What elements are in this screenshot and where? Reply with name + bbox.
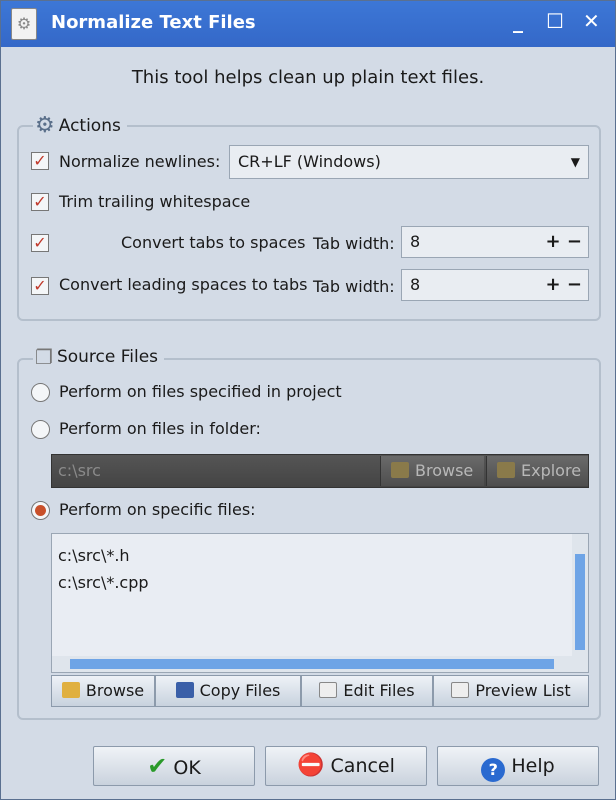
source-files-legend: ❐ Source Files bbox=[33, 345, 165, 369]
spaces-to-tabs-checkbox[interactable]: ✓ bbox=[31, 277, 49, 295]
decrement-button[interactable]: − bbox=[567, 274, 582, 295]
copy-files-button[interactable]: Copy Files bbox=[155, 675, 301, 707]
cancel-button[interactable]: ⛔ Cancel bbox=[265, 746, 427, 786]
window-title: Normalize Text Files bbox=[51, 12, 256, 33]
dialog-window: ⚙ Normalize Text Files _ ☐ ✕ This tool h… bbox=[0, 0, 616, 800]
cancel-icon: ⛔ bbox=[297, 753, 325, 778]
gear-wrench-icon: ⚙ bbox=[35, 113, 55, 138]
tab-width-label: Tab width: bbox=[313, 234, 395, 253]
edit-files-label: Edit Files bbox=[343, 681, 415, 700]
close-button[interactable]: ✕ bbox=[583, 9, 600, 33]
edit-files-button[interactable]: Edit Files bbox=[301, 675, 433, 707]
folder-files-radio[interactable] bbox=[31, 420, 50, 439]
specific-files-label: Perform on specific files: bbox=[59, 500, 256, 519]
gears-app-icon: ⚙ bbox=[11, 8, 37, 40]
folder-browse-label: Browse bbox=[415, 461, 474, 480]
leading-tab-width-stepper[interactable]: 8 + − bbox=[401, 269, 589, 301]
decrement-button[interactable]: − bbox=[567, 231, 582, 252]
preview-documents-icon bbox=[451, 682, 470, 698]
vertical-scrollbar[interactable] bbox=[572, 534, 588, 672]
spaces-to-tabs-label: Convert leading spaces to tabs bbox=[59, 275, 308, 294]
horizontal-scroll-thumb[interactable] bbox=[70, 659, 554, 669]
maximize-button[interactable]: ☐ bbox=[546, 9, 564, 33]
folder-explore-button[interactable]: Explore bbox=[486, 456, 588, 486]
folder-search-icon bbox=[61, 682, 80, 698]
chevron-down-icon: ▼ bbox=[570, 155, 580, 169]
folder-explore-label: Explore bbox=[521, 461, 582, 480]
preview-list-button[interactable]: Preview List bbox=[433, 675, 589, 707]
edit-document-icon bbox=[319, 682, 338, 698]
trim-whitespace-checkbox[interactable]: ✓ bbox=[31, 193, 49, 211]
floppy-icon bbox=[175, 682, 194, 698]
trim-whitespace-label: Trim trailing whitespace bbox=[59, 192, 251, 211]
newline-select-value: CR+LF (Windows) bbox=[238, 152, 381, 171]
ok-button[interactable]: ✔ OK bbox=[93, 746, 255, 786]
normalize-newlines-checkbox[interactable]: ✓ bbox=[31, 152, 49, 170]
list-item[interactable]: c:\src\*.cpp bbox=[58, 573, 149, 592]
cancel-label: Cancel bbox=[330, 755, 395, 777]
checkmark-icon: ✔ bbox=[147, 752, 168, 780]
folder-input-bar: c:\src Browse Explore bbox=[51, 454, 589, 488]
folder-search-icon bbox=[391, 462, 409, 478]
intro-text: This tool helps clean up plain text file… bbox=[131, 67, 485, 88]
help-button[interactable]: ? Help bbox=[437, 746, 599, 786]
preview-list-label: Preview List bbox=[475, 681, 571, 700]
project-files-label: Perform on files specified in project bbox=[59, 382, 342, 401]
leading-tab-width-value: 8 bbox=[410, 275, 421, 294]
folder-input[interactable]: c:\src bbox=[58, 461, 101, 480]
help-icon: ? bbox=[481, 758, 506, 782]
minimize-button[interactable]: _ bbox=[513, 9, 523, 33]
normalize-newlines-label: Normalize newlines: bbox=[59, 152, 221, 171]
help-label: Help bbox=[511, 755, 555, 777]
browse-files-button[interactable]: Browse bbox=[51, 675, 155, 707]
leading-tab-width-label: Tab width: bbox=[313, 277, 395, 296]
vertical-scroll-thumb[interactable] bbox=[575, 554, 585, 650]
specific-files-radio[interactable] bbox=[31, 501, 50, 520]
actions-legend: ⚙ Actions bbox=[33, 113, 127, 138]
horizontal-scrollbar[interactable] bbox=[52, 656, 572, 672]
project-files-radio[interactable] bbox=[31, 383, 50, 402]
browse-files-label: Browse bbox=[85, 681, 145, 700]
list-item[interactable]: c:\src\*.h bbox=[58, 546, 130, 565]
tabs-to-spaces-label: Convert tabs to spaces bbox=[121, 233, 306, 252]
folder-browse-button[interactable]: Browse bbox=[380, 456, 484, 486]
documents-icon: ❐ bbox=[35, 345, 53, 369]
tabs-to-spaces-checkbox[interactable]: ✓ bbox=[31, 234, 49, 252]
folder-icon bbox=[497, 462, 515, 478]
ok-label: OK bbox=[173, 757, 201, 779]
increment-button[interactable]: + bbox=[546, 274, 561, 295]
folder-files-label: Perform on files in folder: bbox=[59, 419, 261, 438]
copy-files-label: Copy Files bbox=[199, 681, 281, 700]
newline-select[interactable]: CR+LF (Windows) ▼ bbox=[229, 145, 589, 179]
title-bar: ⚙ Normalize Text Files _ ☐ ✕ bbox=[1, 1, 615, 47]
actions-legend-label: Actions bbox=[58, 115, 121, 136]
source-files-legend-label: Source Files bbox=[56, 347, 159, 367]
tab-width-stepper[interactable]: 8 + − bbox=[401, 226, 589, 258]
files-list[interactable]: c:\src\*.h c:\src\*.cpp bbox=[51, 533, 589, 673]
increment-button[interactable]: + bbox=[546, 231, 561, 252]
tab-width-value: 8 bbox=[410, 232, 421, 251]
